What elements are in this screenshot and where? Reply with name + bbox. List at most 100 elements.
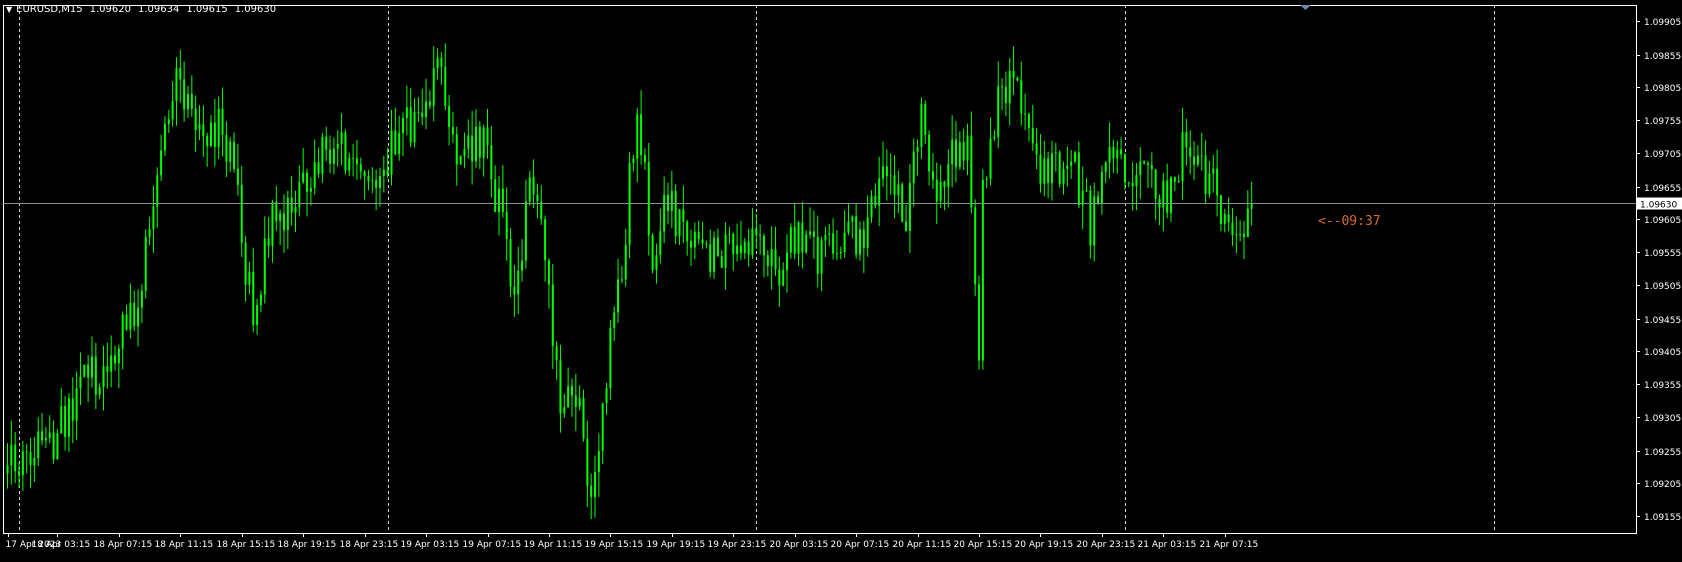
candle-body [770,249,773,267]
candle [125,304,128,332]
candlestick-chart[interactable]: 1.09630 1.099051.098551.098051.097551.09… [0,0,1682,558]
candle [1116,141,1119,174]
candle [505,187,508,261]
time-tick-label: 18 Apr 23:15 [340,540,399,550]
candle-body [233,141,236,169]
candle-body [171,101,174,120]
candle [83,364,86,378]
candle-body [117,348,120,364]
candle-body [1200,155,1203,157]
candle [797,220,800,266]
candle-body [908,183,911,231]
chart-menu-triangle-icon[interactable]: ▼ [6,5,12,14]
candle [41,412,44,446]
candle [732,232,735,271]
candle [375,169,378,211]
candle [739,220,742,260]
candle-body [474,126,477,162]
candle-body [697,231,700,240]
candle-body [286,197,289,231]
price-tick-label: 1.09255 [1644,448,1681,458]
candle-body [1146,163,1149,166]
candle-body [993,136,996,139]
candle [663,176,666,244]
candle [586,420,589,508]
candle-body [536,194,539,202]
time-axis[interactable]: 17 Apr 202318 Apr 03:15 18 Apr 07:15 18 Ap… [6,533,1259,550]
candle [928,130,931,186]
candle-body [217,108,220,148]
candle [248,262,251,295]
candle-body [1004,86,1007,104]
candle [252,247,255,333]
candle-body [64,406,67,437]
candle [728,226,731,245]
candle-body [244,242,247,285]
candle-body [282,213,285,231]
candle [832,218,835,260]
candle [471,111,474,185]
candle-body [1070,161,1073,166]
candle [951,115,954,188]
price-axis[interactable]: 1.09905 1.09855 1.09805 1.09755 1.09705 1.096… [1636,18,1681,523]
candle [690,229,693,267]
candle [547,258,550,309]
candle [1031,104,1034,151]
candle-body [1008,70,1011,104]
candle [601,402,604,465]
candle [809,207,812,239]
candle-body [256,305,259,326]
candle-body [1031,128,1034,144]
candle-body [1131,182,1134,187]
candle [705,240,708,249]
candle-body [855,216,858,255]
candle-body [494,179,497,213]
candle [321,132,324,183]
candle-body [198,124,201,130]
candle [160,134,163,182]
candle-body [713,237,716,272]
candle-body [670,191,673,211]
candle-body [417,111,420,113]
candle [286,190,289,249]
candle [578,385,581,411]
candle-body [532,177,535,195]
candle [1127,181,1130,188]
candle [140,284,143,324]
candle [152,185,155,254]
candle-body [521,260,524,271]
candle-body [513,286,516,295]
candle [939,164,942,208]
candle [340,113,343,166]
candle [759,224,762,255]
candle-body [655,254,658,270]
candle [390,109,393,186]
candle-body [14,444,17,472]
candle-body [140,290,143,308]
candle [636,107,639,183]
candle [1242,221,1245,260]
candle [382,155,385,193]
candle [117,344,120,389]
candle-body [125,314,128,330]
candle [405,85,408,136]
candle-body [597,450,600,472]
price-tick-label: 1.09855 [1644,52,1681,62]
candle [793,202,796,260]
candle-body [18,471,21,476]
candle-body [121,314,124,349]
candle [989,117,992,186]
candle-body [240,184,243,243]
candle-body [425,101,428,117]
candle [789,223,792,259]
candle [766,250,769,277]
candle-body [348,157,351,171]
chart-area[interactable]: 1.09630 1.09905 1.09855 1.09805 1.09755 1.09… [0,0,1682,558]
candle-body [48,432,51,438]
candle-body [663,194,666,232]
candle-body [448,105,451,128]
chart-shift-marker[interactable] [1300,5,1311,10]
candle-body [1189,147,1192,157]
candle-body [451,127,454,135]
candle [309,177,312,206]
